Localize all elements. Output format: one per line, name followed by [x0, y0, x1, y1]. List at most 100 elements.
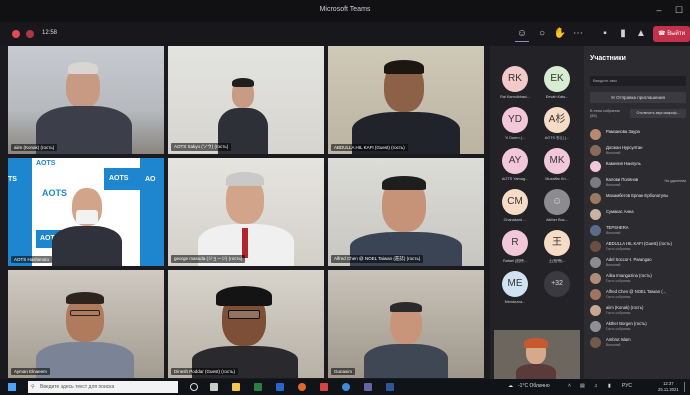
avatar[interactable]: YD — [502, 107, 528, 133]
participant-search-input[interactable]: Введите имя — [590, 76, 686, 86]
avatar-name: Muzaffar Kh... — [545, 177, 569, 181]
cortana-icon[interactable] — [190, 383, 198, 391]
avatar-name: Eevah Kats... — [545, 95, 569, 99]
taskbar-clock[interactable]: 12:37 25.11.2021 — [658, 381, 679, 393]
avatar[interactable]: 王 — [544, 230, 570, 256]
avatar[interactable]: AY — [502, 148, 528, 174]
participant-role: Внешний — [606, 263, 621, 267]
avatar[interactable]: R — [502, 230, 528, 256]
leave-button[interactable]: ☎ Выйти — [653, 26, 690, 42]
volume-icon[interactable]: ♫ — [594, 383, 598, 389]
camera-icon[interactable]: ▪ — [598, 27, 612, 41]
avatar[interactable]: RK — [502, 66, 528, 92]
chat-icon[interactable]: ○ — [535, 27, 549, 41]
video-tile[interactable]: TS AOTS AOTS AO AOTS AOTS AOTS Hashimoto — [8, 158, 164, 266]
participant-name: Alfred Chen @ NOEL Taiwan (莊誌) (гость) — [331, 255, 424, 263]
participant-role: Гость собрания — [606, 295, 631, 299]
more-participants-button[interactable]: +32 — [544, 271, 570, 297]
avatar[interactable]: EK — [544, 66, 570, 92]
battery-icon[interactable]: ▮ — [608, 383, 611, 389]
excel-icon[interactable] — [254, 383, 262, 391]
avatar — [590, 129, 601, 140]
video-tile[interactable]: Ayman Elnaeem — [8, 270, 164, 378]
video-tile[interactable]: Alfred Chen @ NOEL Taiwan (莊誌) (гость) — [328, 158, 484, 266]
maximize-button[interactable]: ☐ — [672, 4, 686, 16]
reactions-icon[interactable]: ✋ — [553, 27, 567, 41]
video-tile[interactable]: AOTS Sakyo (ソウ) (гость) — [168, 46, 324, 154]
avatar — [590, 321, 601, 332]
list-item[interactable]: Ambrut Islam Внешний — [588, 336, 688, 350]
video-tile[interactable]: Gunasim — [328, 270, 484, 378]
tray-chevron-icon[interactable]: ˄ — [568, 383, 571, 389]
outlook-icon[interactable] — [386, 383, 394, 391]
avatar[interactable]: ME — [502, 271, 528, 297]
list-item[interactable]: Досжан Нурсултан Внешний — [588, 144, 688, 158]
share-invite-button[interactable]: ✉ Отправка приглашения — [590, 92, 686, 103]
list-item[interactable]: Калови Полянов Внешний На удалении — [588, 176, 688, 190]
participant-name: Alfred Chen @ NOEL Taiwan (... — [606, 289, 667, 294]
participant-hair — [226, 172, 264, 186]
network-icon[interactable]: ▤ — [580, 383, 585, 389]
share-screen-icon[interactable]: ▲ — [634, 27, 648, 41]
windows-start-icon[interactable] — [8, 383, 16, 391]
list-item[interactable]: ABDULLA HIL KAFI (Guest) (гость) Гость с… — [588, 240, 688, 254]
avatar[interactable]: A杉 — [544, 107, 570, 133]
minimize-button[interactable]: – — [652, 4, 666, 16]
list-item[interactable]: Adel Soccor-I. Parangao Внешний — [588, 256, 688, 270]
more-options-icon[interactable]: ⋯ — [571, 27, 585, 41]
weather-icon[interactable]: ☁ — [508, 383, 513, 389]
participant-name: ABDULLA HIL KAFI (Guest) (гость) — [606, 241, 672, 246]
aots-logo: AOTS — [36, 160, 56, 167]
window-title: Microsoft Teams — [319, 6, 371, 13]
video-tile[interactable]: aiim (Konak) (гость) — [8, 46, 164, 154]
section-label[interactable]: В этом собрании (59) — [590, 109, 626, 119]
app-icon[interactable] — [320, 383, 328, 391]
list-item[interactable]: Ailsa Imangazina (гость) Гость собрания — [588, 272, 688, 286]
participant-role: Внешний — [606, 151, 621, 155]
list-item[interactable]: TEPSHERA Внешний — [588, 224, 688, 238]
microphone-icon[interactable]: ▮ — [616, 27, 630, 41]
weather-status[interactable]: -1°С Облачно — [518, 383, 550, 389]
list-item[interactable]: Akther Borgen (гость) Гость собрания — [588, 320, 688, 334]
list-item[interactable]: Сумакас Анна — [588, 208, 688, 222]
video-tile[interactable]: ABDULLA HIL KAFI (Guest) (гость) — [328, 46, 484, 154]
list-item[interactable]: Махамбетов Ерлан Ерболатулы — [588, 192, 688, 206]
participant-name: Калови Полянов — [606, 177, 639, 182]
face-mask — [76, 210, 98, 224]
list-item[interactable]: Рамзанова Заура — [588, 128, 688, 142]
glasses-icon — [70, 310, 100, 316]
teams-icon[interactable] — [364, 383, 372, 391]
avatar-name: Akther Bos... — [546, 218, 568, 222]
avatar-name: Chanakard ... — [503, 218, 527, 222]
avatar-name: Rafael (招待... — [502, 259, 528, 263]
avatar-name: Yi Duern (... — [504, 136, 526, 140]
participants-panel: Участники Введите имя ✉ Отправка приглаш… — [584, 46, 690, 379]
mute-all-button[interactable]: Отключить звук микроф... — [630, 109, 686, 118]
participant-hair — [68, 62, 98, 74]
video-tile[interactable]: Dinesh Poddar (Guest) (гость) — [168, 270, 324, 378]
avatar — [590, 177, 601, 188]
avatar — [590, 289, 601, 300]
show-desktop-button[interactable] — [684, 382, 689, 392]
participants-icon[interactable]: ☺ — [515, 27, 529, 42]
avatar[interactable]: MK — [544, 148, 570, 174]
language-indicator[interactable]: РУС — [622, 383, 632, 389]
edge-icon[interactable] — [342, 383, 350, 391]
list-item[interactable]: aiim (Konak) (гость) Гость собрания — [588, 304, 688, 318]
file-explorer-icon[interactable] — [232, 383, 240, 391]
search-icon: ⚲ — [31, 384, 35, 390]
meeting-toolbar: 12:58 ☺ ○ ✋ ⋯ ▪ ▮ ▲ ☎ Выйти — [0, 22, 690, 46]
avatar-name: Mendezza... — [504, 300, 526, 304]
avatar-name: AOTS 杉山 (... — [544, 136, 570, 140]
word-icon[interactable] — [276, 383, 284, 391]
backdrop-panel — [8, 158, 32, 266]
list-item[interactable]: Камелия Наилуль — [588, 160, 688, 174]
task-view-icon[interactable] — [210, 383, 218, 391]
taskbar-search-input[interactable]: ⚲ Введите здесь текст для поиска — [28, 381, 178, 393]
avatar[interactable]: CM — [502, 189, 528, 215]
participant-name: Камелия Наилуль — [606, 161, 641, 166]
avatar[interactable]: ☺ — [544, 189, 570, 215]
firefox-icon[interactable] — [298, 383, 306, 391]
list-item[interactable]: Alfred Chen @ NOEL Taiwan (... Гость соб… — [588, 288, 688, 302]
video-tile[interactable]: george masuda (ジョージ) (гость) — [168, 158, 324, 266]
